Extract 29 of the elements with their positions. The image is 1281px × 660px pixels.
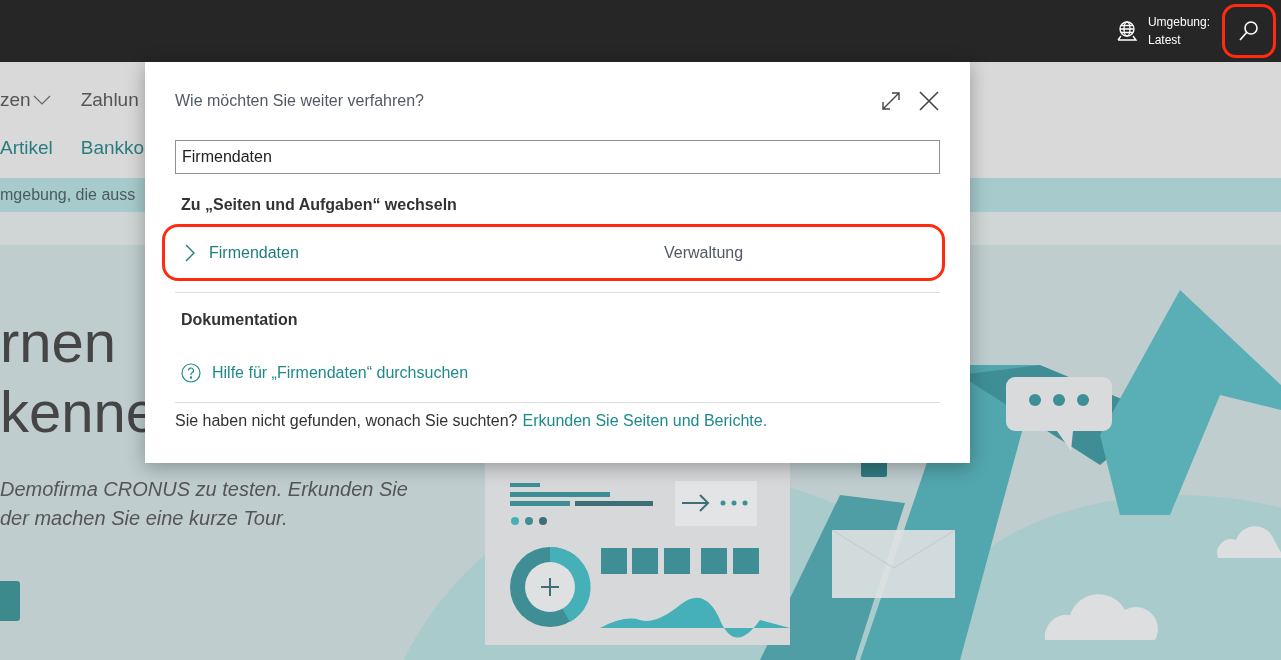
result-name: Firmendaten (209, 243, 300, 262)
close-icon[interactable] (918, 90, 940, 112)
notice-text: mgebung, die auss (0, 186, 136, 204)
menu-item[interactable]: zen (0, 89, 51, 111)
globe-icon (1115, 20, 1138, 42)
nav-link[interactable]: Artikel (0, 137, 53, 159)
environment-label: Umgebung: (1147, 14, 1210, 31)
hero-heading: rnen (0, 308, 117, 376)
dialog-title: Wie möchten Sie weiter verfahren? (175, 92, 425, 110)
environment-value: Latest (1147, 32, 1182, 49)
start-button[interactable] (0, 581, 20, 621)
section-heading: Dokumentation (181, 311, 299, 329)
menu-item[interactable]: Zahlun (80, 89, 139, 111)
chevron-right-icon (185, 243, 195, 262)
hero-text: Demofirma CRONUS zu testen. Erkunden Sie (0, 477, 408, 502)
chevron-down-icon (32, 95, 51, 105)
search-button[interactable] (1222, 4, 1276, 58)
search-icon (1237, 19, 1261, 43)
result-category: Verwaltung (664, 243, 744, 262)
section-heading: Zu „Seiten und Aufgaben“ wechseln (181, 196, 458, 214)
help-link[interactable]: Hilfe für „Firmendaten“ durchsuchen (212, 364, 469, 382)
hero-text: der machen Sie eine kurze Tour. (0, 506, 288, 531)
expand-icon[interactable] (880, 90, 902, 112)
search-field[interactable]: Firmendaten (175, 140, 940, 174)
nav-link[interactable]: Bankko (80, 137, 145, 159)
result-item[interactable]: Firmendaten Verwaltung (162, 224, 945, 281)
footer-link[interactable]: Erkunden Sie Seiten und Berichte. (522, 412, 768, 430)
help-icon (181, 363, 201, 383)
footer-text: Sie haben nicht gefunden, wonach Sie suchten? (175, 412, 518, 430)
